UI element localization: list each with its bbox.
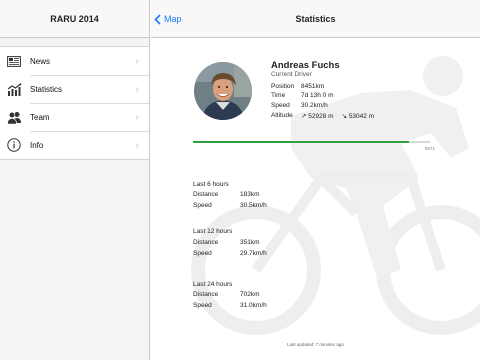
position-label: Position [271,83,295,90]
avatar [194,62,252,120]
route-progress-bar [193,141,430,143]
driver-name: Andreas Fuchs [271,60,340,71]
statistics-panel: Map Statistics Andreas Fuchs Current Dri… [151,0,480,360]
time-label: Time [271,92,286,99]
altitude-label: Altitude [271,112,293,119]
period-title: Last 6 hours [193,181,229,188]
page-title: Statistics [151,0,480,38]
route-progress-label: 9271 [425,146,436,151]
sidebar-header: RARU 2014 [0,0,149,38]
sidebar-item-label: Team [30,112,50,122]
sidebar-item-team[interactable]: Team › [0,103,149,131]
distance-value: 702km [240,291,260,298]
speed-label: Speed [193,250,212,257]
newspaper-icon [6,53,22,69]
sidebar-item-label: News [30,56,51,66]
page-title-text: Statistics [295,14,336,24]
sidebar-menu: News › Statistics › Team › Info › [0,46,149,160]
speed-label: Speed [193,202,212,209]
speed-label: Speed [271,102,290,109]
distance-value: 351km [240,239,260,246]
chevron-right-icon: › [135,83,139,95]
sidebar-item-label: Statistics [30,84,63,94]
sidebar-item-info[interactable]: Info › [0,131,149,159]
sidebar-item-news[interactable]: News › [0,47,149,75]
chevron-right-icon: › [135,139,139,151]
speed-value: 29.7km/h [240,250,267,257]
distance-label: Distance [193,239,219,246]
distance-label: Distance [193,291,219,298]
period-title: Last 24 hours [193,281,233,288]
sidebar: RARU 2014 News › Statistics › Team › Inf… [0,0,150,360]
last-updated-text: Last updated: 7 minutes ago [287,342,344,347]
navigation-bar: Map Statistics [151,0,480,38]
chevron-right-icon: › [135,55,139,67]
sidebar-item-statistics[interactable]: Statistics › [0,75,149,103]
speed-value: 30.2km/h [301,102,328,109]
sidebar-item-label: Info [30,140,44,150]
speed-label: Speed [193,302,212,309]
period-title: Last 12 hours [193,228,233,235]
route-progress-fill [193,141,409,143]
altitude-up-value: ↗ 52928 m [301,113,334,120]
info-icon [6,137,22,153]
team-icon [6,109,22,125]
driver-role: Current Driver [271,71,312,78]
chart-icon [6,81,22,97]
altitude-values: ↗ 52928 m ↘ 53042 m [301,112,374,120]
altitude-down-value: ↘ 53042 m [341,113,375,120]
speed-value: 30.5km/h [240,202,267,209]
time-value: 7d 13h 0 m [301,92,334,99]
speed-value: 31.0km/h [240,302,267,309]
distance-label: Distance [193,191,219,198]
position-value: 8451km [301,83,325,90]
distance-value: 183km [240,191,260,198]
app-title: RARU 2014 [50,13,99,24]
chevron-right-icon: › [135,111,139,123]
